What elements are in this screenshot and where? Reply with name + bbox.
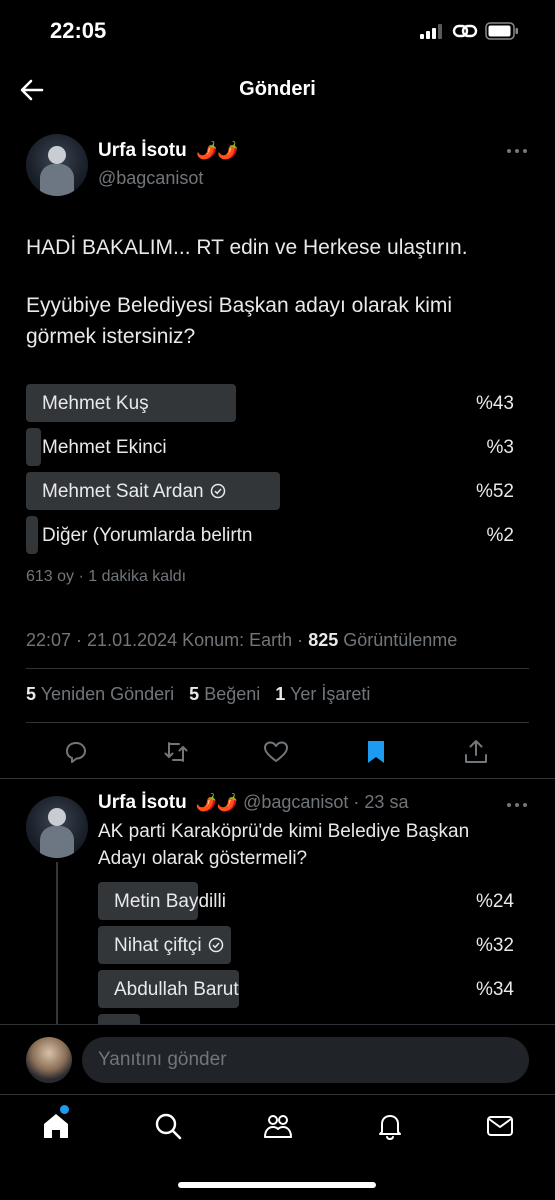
more-options-icon[interactable]: [506, 800, 528, 810]
poll-option[interactable]: Abdullah Barut %34: [98, 970, 514, 1008]
post-timestamp: 22:07 · 21.01.2024 Konum: Earth · 825 Gö…: [26, 630, 458, 650]
reposts-stat[interactable]: 5 Yeniden Gönderi: [26, 684, 174, 704]
pepper-emoji: 🌶️🌶️: [195, 141, 239, 160]
poll-meta: 613 oy · 1 dakika kaldı: [26, 568, 187, 585]
divider: [0, 778, 555, 779]
views-count: 825: [308, 630, 339, 650]
reply-icon[interactable]: [62, 738, 90, 766]
signal-icon: [420, 24, 442, 39]
poll-percent: %3: [486, 437, 514, 458]
poll-percent: %52: [475, 481, 514, 502]
author-name[interactable]: Urfa İsotu 🌶️🌶️: [98, 140, 238, 162]
bell-icon[interactable]: [375, 1111, 405, 1141]
reply-time: · 23 sa: [353, 792, 409, 812]
divider: [26, 722, 529, 723]
post-text: HADİ BAKALIM... RT edin ve Herkese ulaşt…: [26, 232, 526, 379]
page-title: Gönderi: [239, 78, 316, 100]
poll-option[interactable]: Diğer (Yorumlarda belirtn %2: [26, 516, 514, 554]
more-options-icon[interactable]: [506, 146, 528, 156]
poll-option-label: Mehmet Sait Ardan: [42, 481, 226, 503]
post-text-line: HADİ BAKALIM... RT edin ve Herkese ulaşt…: [26, 236, 468, 259]
reply-text: AK parti Karaköprü'de kimi Belediye Başk…: [98, 821, 470, 869]
poll-percent: %32: [475, 935, 514, 956]
thread-line: [56, 862, 58, 1024]
poll-bar: [26, 428, 41, 466]
likes-stat[interactable]: 5 Beğeni: [189, 684, 260, 704]
reply-author-avatar[interactable]: [26, 796, 88, 858]
poll-bar: [26, 516, 39, 554]
bookmark-icon[interactable]: [362, 738, 390, 766]
author-avatar[interactable]: [26, 134, 88, 196]
poll-percent: %34: [475, 979, 514, 1000]
status-time: 22:05: [50, 18, 107, 43]
bookmarks-stat[interactable]: 1 Yer İşareti: [275, 684, 370, 704]
poll-option-label: Abdullah Barut: [114, 979, 239, 1000]
post-text-line: Eyyübiye Belediyesi Başkan adayı olarak …: [26, 294, 453, 348]
communities-icon[interactable]: [263, 1111, 293, 1141]
check-circle-icon: [208, 937, 223, 953]
author-handle[interactable]: @bagcanisot: [98, 168, 203, 189]
poll-option[interactable]: Nihat çiftçi %32: [98, 926, 514, 964]
pepper-emoji: 🌶️🌶️: [195, 793, 239, 812]
poll-option[interactable]: Mehmet Ekinci %3: [26, 428, 514, 466]
battery-icon: [485, 22, 518, 40]
repost-icon[interactable]: [162, 738, 190, 766]
mail-icon[interactable]: [485, 1111, 515, 1141]
poll-option-label: Mehmet Kuş: [42, 393, 149, 414]
link-icon: [452, 24, 478, 38]
engagement-stats: 5 Yeniden Gönderi 5 Beğeni 1 Yer İşareti: [26, 684, 380, 705]
notification-dot: [60, 1105, 69, 1114]
reply-composer: [0, 1024, 555, 1094]
check-circle-icon: [210, 483, 225, 499]
poll-option[interactable]: Mehmet Kuş %43: [26, 384, 514, 422]
poll-percent: %24: [475, 891, 514, 912]
action-bar: [0, 738, 555, 768]
poll-percent: %43: [475, 393, 514, 414]
poll-percent: %2: [486, 525, 514, 546]
poll-option[interactable]: Mehmet Sait Ardan %52: [26, 472, 514, 510]
poll-option-label: Mehmet Ekinci: [42, 437, 167, 458]
heart-icon[interactable]: [262, 738, 290, 766]
poll-option-label: Diğer (Yorumlarda belirtn: [42, 525, 253, 546]
reply-author-name[interactable]: Urfa İsotu: [98, 792, 187, 813]
divider: [26, 668, 529, 669]
my-avatar[interactable]: [26, 1037, 72, 1083]
reply-header: Urfa İsotu 🌶️🌶️ @bagcanisot · 23 sa: [98, 792, 408, 814]
top-header: Gönderi: [0, 62, 555, 118]
reply-input[interactable]: [82, 1037, 529, 1083]
poll: Mehmet Kuş %43 Mehmet Ekinci %3 Mehmet S…: [26, 384, 514, 560]
share-icon[interactable]: [462, 738, 490, 766]
poll-option[interactable]: Metin Baydilli %24: [98, 882, 514, 920]
poll-option-label: Metin Baydilli: [114, 891, 226, 912]
poll-option-label: Nihat çiftçi: [114, 935, 224, 957]
reply-author-handle[interactable]: @bagcanisot: [243, 792, 348, 812]
status-bar: 22:05: [0, 0, 555, 62]
home-icon[interactable]: [41, 1111, 71, 1141]
search-icon[interactable]: [153, 1111, 183, 1141]
home-indicator: [178, 1182, 376, 1188]
